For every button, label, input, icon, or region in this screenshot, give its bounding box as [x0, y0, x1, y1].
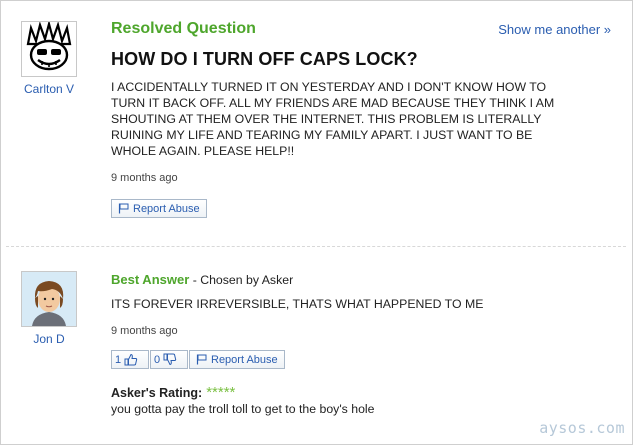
report-abuse-label: Report Abuse	[133, 202, 200, 215]
thumbs-up-button[interactable]: 1	[111, 350, 149, 369]
thumbs-down-button[interactable]: 0	[150, 350, 188, 369]
askers-rating: Asker's Rating: *****	[111, 384, 235, 401]
rating-label: Asker's Rating:	[111, 386, 203, 400]
question-body-line: RUINING MY LIFE AND TEARING MY FAMILY AP…	[111, 128, 533, 142]
flag-icon	[118, 203, 129, 214]
question-body-line: TURN IT BACK OFF. ALL MY FRIENDS ARE MAD…	[111, 96, 555, 110]
question-report-abuse-button[interactable]: Report Abuse	[111, 199, 207, 218]
question-body-line: SHOUTING AT THEM OVER THE INTERNET. THIS…	[111, 112, 542, 126]
answer-report-abuse-button[interactable]: Report Abuse	[189, 350, 285, 369]
question-body-line: I ACCIDENTALLY TURNED IT ON YESTERDAY AN…	[111, 80, 547, 94]
thumbs-down-count: 0	[154, 353, 161, 366]
asker-avatar[interactable]	[21, 19, 77, 77]
question-body: I ACCIDENTALLY TURNED IT ON YESTERDAY AN…	[111, 79, 591, 159]
asker-name-link[interactable]: Carlton V	[9, 82, 89, 96]
thumbs-down-icon	[163, 353, 177, 366]
thumbs-up-icon	[124, 353, 138, 366]
resolved-question-heading: Resolved Question	[111, 20, 256, 37]
answerer-name-link[interactable]: Jon D	[9, 332, 89, 346]
rating-stars: *****	[206, 384, 236, 401]
weezer-logo-avatar-icon	[26, 19, 72, 71]
chosen-by-label: - Chosen by Asker	[189, 273, 294, 287]
question-body-line: WHOLE AGAIN. PLEASE HELP!!	[111, 144, 295, 158]
answer-text: ITS FOREVER IRREVERSIBLE, THATS WHAT HAP…	[111, 297, 484, 311]
question-title: HOW DO I TURN OFF CAPS LOCK?	[111, 49, 418, 69]
thumbs-up-count: 1	[115, 353, 122, 366]
flag-icon	[196, 354, 207, 365]
best-answer-heading: Best Answer - Chosen by Asker	[111, 272, 293, 287]
report-abuse-label: Report Abuse	[211, 353, 278, 366]
site-watermark: aysos.com	[539, 419, 625, 437]
answerer-avatar[interactable]	[21, 271, 77, 327]
section-divider	[6, 246, 626, 247]
asker-comment: you gotta pay the troll toll to get to t…	[111, 402, 375, 416]
question-timestamp: 9 months ago	[111, 172, 178, 184]
best-answer-label: Best Answer	[111, 272, 190, 287]
answer-timestamp: 9 months ago	[111, 325, 178, 337]
show-another-link[interactable]: Show me another »	[498, 22, 611, 37]
cartoon-person-avatar-icon	[22, 272, 76, 326]
